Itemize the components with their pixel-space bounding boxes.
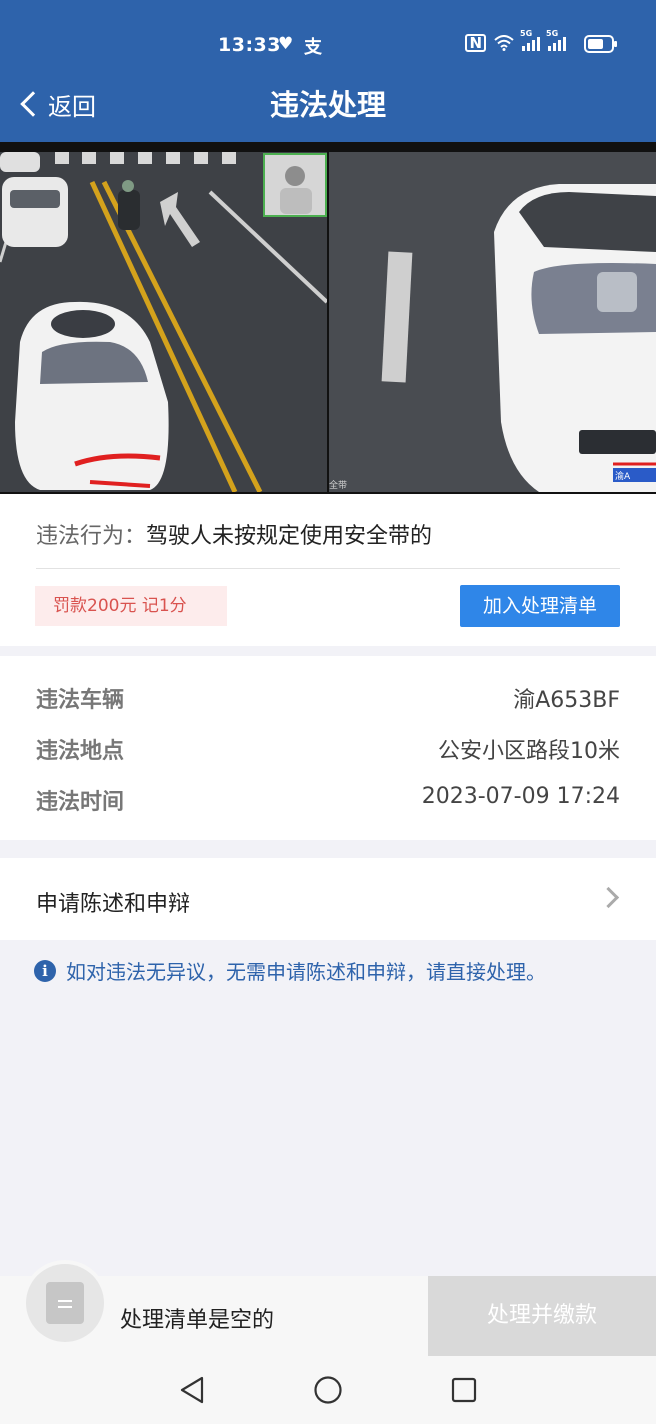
violation-behavior-value: 驾驶人未按规定使用安全带的 xyxy=(146,524,433,549)
violation-photos: 全带 渝A xyxy=(0,142,656,494)
violation-details: 违法车辆 渝A653BF 违法地点 公安小区路段10米 违法时间 2023-07… xyxy=(0,656,656,840)
notice-text: 如对违法无异议，无需申请陈述和申辩，请直接处理。 xyxy=(66,960,546,984)
info-icon: i xyxy=(34,959,56,982)
info-notice: i 如对违法无异议，无需申请陈述和申辩，请直接处理。 xyxy=(34,956,546,985)
status-bar: 13:33 ♥ 支 N 5G 5G xyxy=(0,28,656,62)
battery-icon xyxy=(584,35,617,53)
photo-caption: 全带 xyxy=(329,479,347,491)
signal-icon-1: 5G xyxy=(520,29,540,51)
empty-list-text: 处理清单是空的 xyxy=(120,1308,275,1333)
detail-value: 公安小区路段10米 xyxy=(438,739,620,764)
detail-key: 违法时间 xyxy=(36,790,125,815)
violation-photo-closeup[interactable]: 全带 渝A xyxy=(329,152,656,492)
appeal-row[interactable]: 申请陈述和申辩 xyxy=(0,858,656,940)
appeal-label: 申请陈述和申辩 xyxy=(36,892,191,917)
process-list-button[interactable] xyxy=(26,1264,104,1342)
page-title: 违法处理 xyxy=(269,88,386,122)
detail-key: 违法地点 xyxy=(36,739,125,764)
violation-behavior-label: 违法行为： xyxy=(36,524,147,549)
wifi-icon xyxy=(494,35,514,51)
app-header: 13:33 ♥ 支 N 5G 5G 返回 违法处理 xyxy=(0,0,656,142)
alipay-icon: 支 xyxy=(304,37,322,58)
nav-recent-icon[interactable] xyxy=(444,1372,484,1408)
signal-icon-2: 5G xyxy=(546,29,566,51)
nav-back-icon[interactable] xyxy=(172,1372,212,1408)
detail-row-time: 违法时间 2023-07-09 17:24 xyxy=(36,784,620,818)
detail-row-vehicle: 违法车辆 渝A653BF xyxy=(36,682,620,716)
detail-value: 渝A653BF xyxy=(513,688,620,713)
system-navigation-bar xyxy=(0,1356,656,1424)
detail-row-location: 违法地点 公安小区路段10米 xyxy=(36,733,620,767)
list-icon xyxy=(46,1282,84,1324)
add-to-list-button[interactable]: 加入处理清单 xyxy=(460,585,620,627)
bottom-action-bar: 处理清单是空的 处理并缴款 xyxy=(0,1264,656,1356)
photo-plate-text: 渝A xyxy=(615,470,631,482)
road-scene-illustration xyxy=(0,152,327,492)
penalty-badge: 罚款200元 记1分 xyxy=(35,586,227,626)
nav-home-icon[interactable] xyxy=(308,1372,348,1408)
violation-photo-wide[interactable] xyxy=(0,152,327,492)
violation-behavior: 违法行为：驾驶人未按规定使用安全带的 xyxy=(36,518,432,550)
status-time: 13:33 xyxy=(218,34,281,56)
detail-key: 违法车辆 xyxy=(36,688,125,713)
status-icons: N 5G 5G xyxy=(465,29,566,52)
violation-card: 违法行为：驾驶人未按规定使用安全带的 罚款200元 记1分 加入处理清单 xyxy=(0,494,656,646)
car-closeup-illustration: 全带 渝A xyxy=(329,152,656,492)
detail-value: 2023-07-09 17:24 xyxy=(421,784,620,809)
nfc-icon: N xyxy=(465,34,486,52)
process-and-pay-button[interactable]: 处理并缴款 xyxy=(428,1276,656,1356)
divider xyxy=(36,568,620,569)
chevron-right-icon xyxy=(597,886,620,909)
heart-icon: ♥ xyxy=(278,34,294,54)
